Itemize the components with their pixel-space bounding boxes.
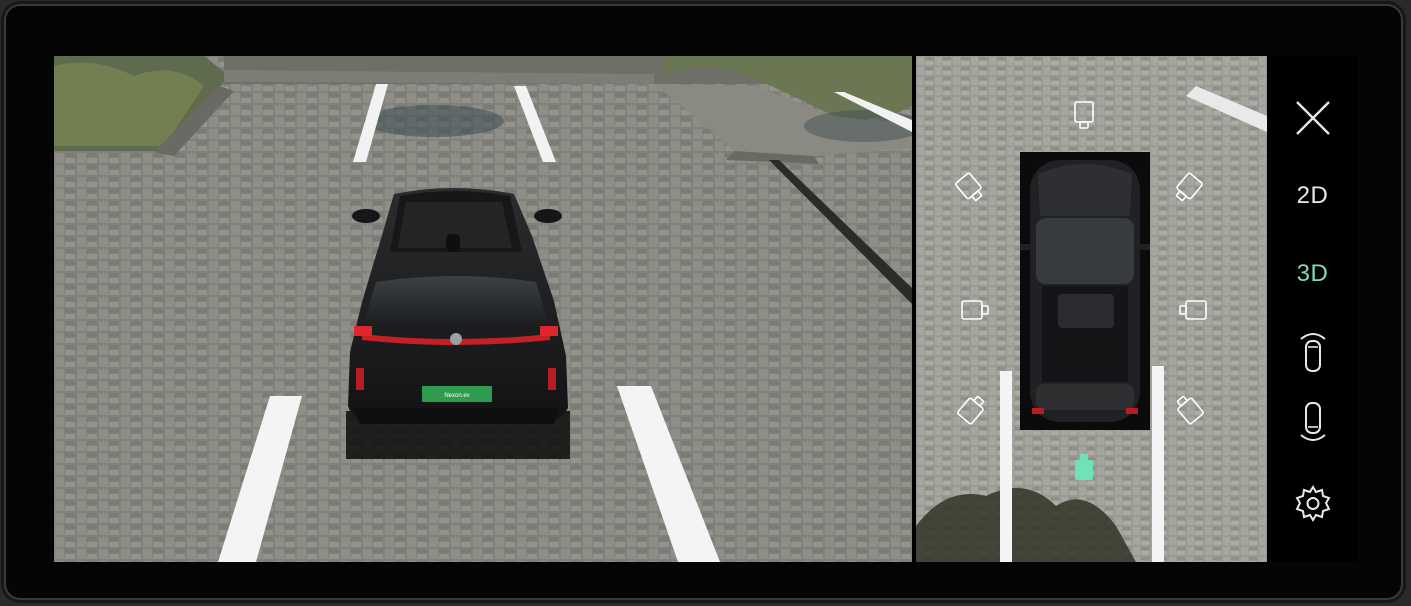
vehicle-top-model	[1020, 160, 1150, 422]
license-plate-text: Nexon.ev	[444, 393, 469, 399]
gear-icon	[1295, 485, 1330, 522]
settings-button[interactable]	[1267, 480, 1358, 528]
rear-view-button[interactable]	[1267, 396, 1358, 450]
mode-2d-button[interactable]: 2D	[1267, 174, 1358, 218]
close-button[interactable]	[1267, 96, 1358, 140]
display-bezel: Nexon.ev 2D 3D	[4, 4, 1403, 600]
car-rear-view-icon	[1299, 402, 1326, 441]
car-front-view-icon	[1299, 333, 1326, 372]
parking-line	[1000, 371, 1012, 562]
birds-eye-view	[916, 56, 1267, 562]
mode-3d-label: 3D	[1296, 260, 1329, 287]
mode-2d-label: 2D	[1296, 182, 1329, 209]
close-icon	[1295, 101, 1330, 135]
view-controls-sidebar: 2D 3D	[1267, 56, 1358, 562]
parking-line	[1152, 366, 1164, 562]
mode-3d-button[interactable]: 3D	[1267, 252, 1358, 296]
camera-screen: Nexon.ev 2D 3D	[54, 56, 1358, 562]
front-view-button[interactable]	[1267, 324, 1358, 378]
surround-3d-view: Nexon.ev	[54, 56, 912, 562]
